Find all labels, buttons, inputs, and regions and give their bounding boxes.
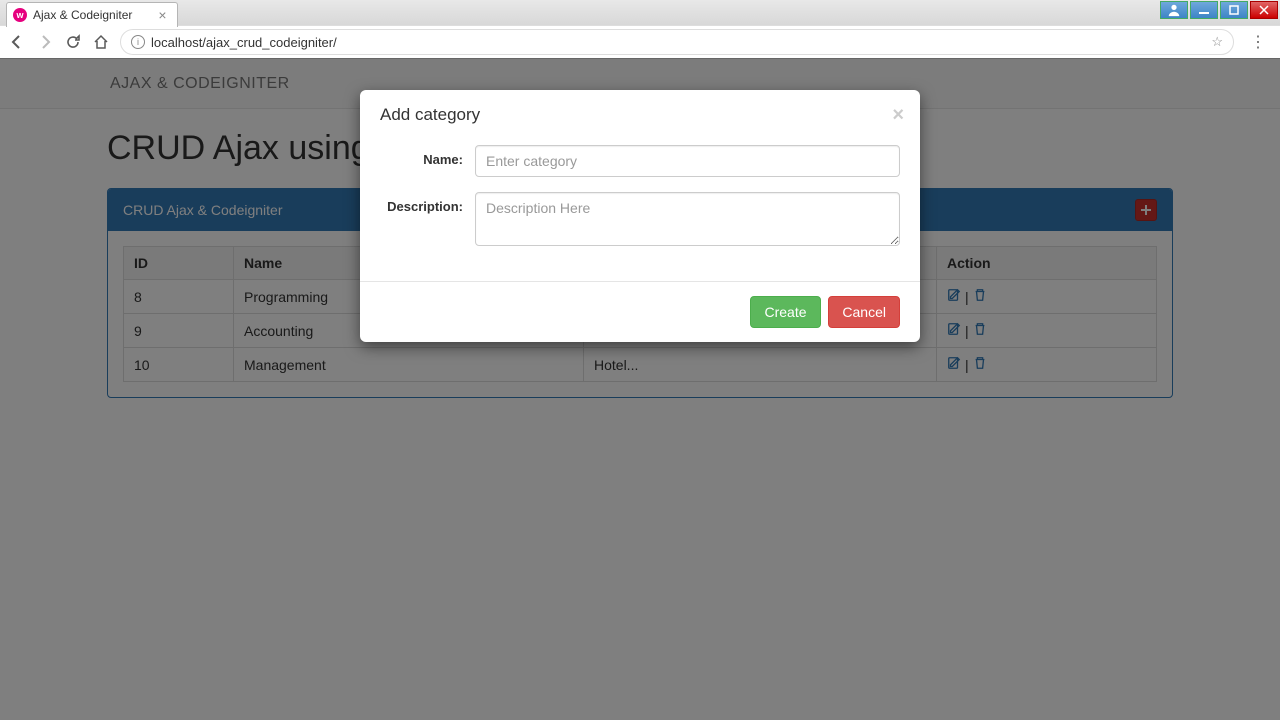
home-button[interactable]	[92, 33, 110, 51]
bookmark-star-icon[interactable]: ☆	[1211, 34, 1223, 50]
forward-button[interactable]	[36, 33, 54, 51]
window-user-button[interactable]	[1160, 1, 1188, 19]
browser-toolbar: i localhost/ajax_crud_codeigniter/ ☆ ⋮	[0, 25, 1280, 58]
category-name-input[interactable]	[475, 145, 900, 177]
description-label: Description:	[380, 192, 475, 214]
browser-menu-button[interactable]: ⋮	[1244, 32, 1272, 52]
favicon-icon: w	[13, 8, 27, 22]
add-category-modal: Add category × Name: Description: Create…	[360, 90, 920, 342]
modal-title: Add category	[380, 105, 900, 125]
url-text: localhost/ajax_crud_codeigniter/	[151, 35, 337, 50]
tab-close-icon[interactable]: ×	[158, 7, 166, 23]
window-minimize-button[interactable]	[1190, 1, 1218, 19]
window-maximize-button[interactable]	[1220, 1, 1248, 19]
site-info-icon[interactable]: i	[131, 35, 145, 49]
name-label: Name:	[380, 145, 475, 167]
cancel-button[interactable]: Cancel	[828, 296, 900, 328]
reload-button[interactable]	[64, 33, 82, 51]
back-button[interactable]	[8, 33, 26, 51]
tab-title: Ajax & Codeigniter	[33, 8, 132, 22]
modal-close-icon[interactable]: ×	[892, 104, 904, 127]
create-button[interactable]: Create	[750, 296, 820, 328]
category-description-input[interactable]	[475, 192, 900, 246]
address-bar[interactable]: i localhost/ajax_crud_codeigniter/ ☆	[120, 29, 1234, 55]
browser-titlebar: w Ajax & Codeigniter ×	[0, 0, 1280, 25]
window-close-button[interactable]	[1250, 1, 1278, 19]
browser-tab[interactable]: w Ajax & Codeigniter ×	[6, 2, 178, 27]
